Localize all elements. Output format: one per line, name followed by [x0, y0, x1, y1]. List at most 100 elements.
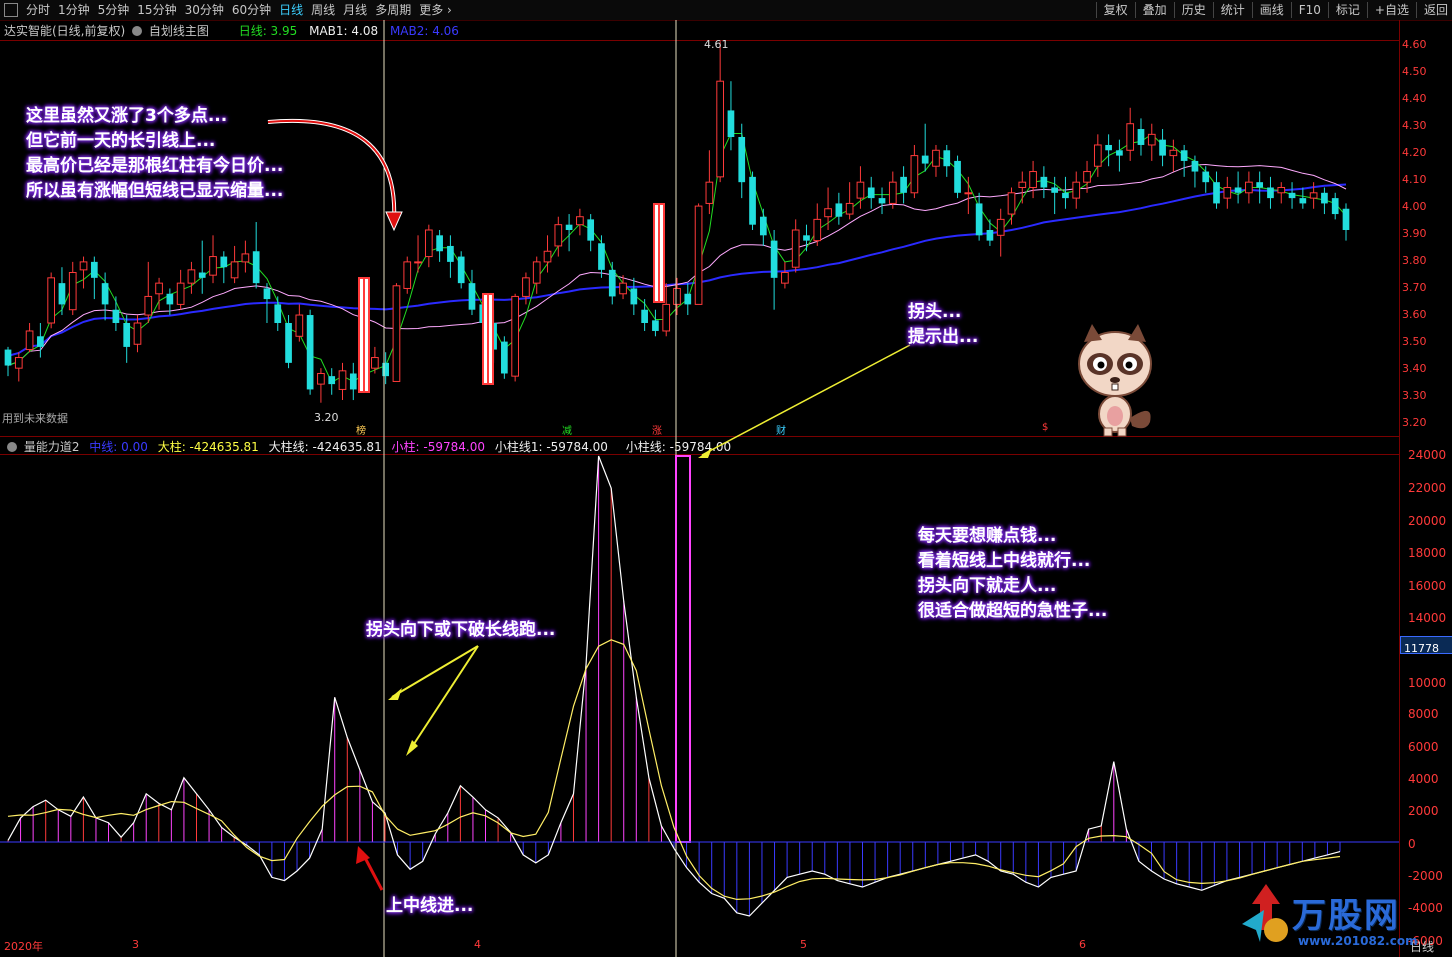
- candle-up: [424, 229, 433, 258]
- candle-up: [79, 261, 88, 271]
- candle-down: [598, 243, 605, 270]
- candle-down: [641, 309, 648, 323]
- annotation-arrow: [267, 118, 397, 223]
- event-marker[interactable]: 涨: [652, 422, 662, 437]
- candle-up: [176, 282, 185, 305]
- candle-down: [1234, 187, 1242, 193]
- candle-down: [975, 203, 983, 236]
- annotation-arrow: [391, 645, 479, 698]
- candle-up: [1309, 192, 1318, 199]
- candle-down: [900, 176, 907, 193]
- candle-up: [1083, 171, 1091, 183]
- candle-down: [306, 315, 314, 390]
- candle-down: [436, 235, 443, 252]
- candle-up: [662, 303, 671, 332]
- candle-down: [457, 256, 465, 284]
- candle-down: [608, 269, 616, 297]
- candle-up: [813, 218, 822, 242]
- candle-up: [295, 314, 304, 337]
- candle-down: [263, 288, 271, 300]
- annotation-top-left: 这里虽然又涨了3个多点... 但它前一天的长引线上... 最高价已经是那根红柱有…: [26, 106, 284, 201]
- high-price-label: 4.61: [704, 38, 729, 51]
- candle-up: [1245, 181, 1253, 194]
- candle-down: [220, 256, 228, 268]
- candle-up: [619, 282, 627, 295]
- candle-up: [705, 181, 714, 204]
- candle-down: [1342, 208, 1350, 230]
- candle-down: [37, 336, 44, 347]
- candle-up: [824, 208, 832, 218]
- tool-button-8[interactable]: 返回: [1420, 0, 1452, 20]
- arrow-head-icon: [388, 688, 402, 700]
- candle-up: [694, 205, 703, 305]
- candle-down: [630, 288, 638, 305]
- arrow-head-icon: [385, 211, 403, 232]
- date-tick: 3: [132, 938, 139, 951]
- volume-tick: 0: [1408, 837, 1416, 851]
- candle-down: [759, 216, 767, 236]
- event-marker[interactable]: $: [1042, 422, 1048, 433]
- candle-up: [14, 357, 23, 369]
- candle-down: [1191, 160, 1199, 172]
- candle-up: [1169, 149, 1178, 157]
- candle-down: [101, 283, 109, 305]
- candle-up: [1223, 186, 1232, 199]
- candle-down: [565, 224, 573, 230]
- candle-up: [230, 261, 239, 279]
- candle-up: [1147, 133, 1156, 146]
- candle-down: [468, 283, 476, 310]
- candle-up: [241, 253, 250, 263]
- arrow-head-icon: [698, 448, 712, 458]
- annotation-break-down: 拐头向下或下破长线跑...: [366, 620, 556, 640]
- date-tick: 2020年: [4, 940, 43, 953]
- candle-up: [910, 155, 919, 194]
- candle-down: [447, 245, 454, 262]
- price-tick: 4.30: [1402, 119, 1427, 132]
- candle-up: [964, 192, 973, 195]
- candle-down: [112, 309, 120, 323]
- candle-up: [1093, 144, 1102, 167]
- candle-down: [749, 176, 756, 225]
- candle-up: [317, 372, 325, 385]
- event-marker[interactable]: 财: [776, 422, 786, 437]
- candle-up: [209, 256, 217, 276]
- candle-down: [252, 251, 260, 284]
- candle-up: [554, 224, 563, 247]
- candle-up: [392, 285, 401, 382]
- candle-up: [155, 282, 163, 295]
- candle-up: [1072, 181, 1081, 199]
- candle-up: [888, 181, 897, 204]
- annotation-enter: 上中线进...: [386, 896, 474, 916]
- event-marker[interactable]: 减: [562, 422, 572, 437]
- candle-down: [986, 230, 994, 241]
- candle-up: [781, 272, 789, 284]
- price-tick: 4.20: [1402, 146, 1427, 159]
- candle-down: [285, 323, 292, 363]
- date-tick: 6: [1079, 938, 1086, 951]
- candle-down: [1062, 192, 1069, 199]
- price-tick: 4.40: [1402, 92, 1427, 105]
- candle-down: [943, 150, 951, 167]
- volume-tick: 16000: [1408, 579, 1447, 593]
- candle-down: [1105, 144, 1112, 151]
- candle-down: [90, 261, 98, 278]
- candle-down: [652, 320, 659, 331]
- candle-up: [68, 272, 77, 311]
- candle-down: [954, 160, 961, 193]
- raccoon-mascot-icon: [1078, 324, 1152, 437]
- candle-up: [1126, 123, 1135, 151]
- price-tick: 3.90: [1402, 227, 1427, 240]
- candle-up: [673, 287, 681, 305]
- candle-down: [58, 283, 66, 305]
- candle-up: [532, 261, 541, 284]
- candle-down: [274, 304, 282, 323]
- event-marker[interactable]: 榜: [356, 422, 366, 437]
- candle-up: [932, 149, 940, 167]
- volume-tick: 20000: [1408, 514, 1447, 528]
- candle-up: [1018, 181, 1027, 188]
- price-tick: 4.60: [1402, 38, 1427, 51]
- candle-down: [1116, 150, 1123, 156]
- price-tick: 4.00: [1402, 200, 1427, 213]
- volume-tick: 6000: [1408, 740, 1439, 754]
- candle-down: [198, 272, 206, 278]
